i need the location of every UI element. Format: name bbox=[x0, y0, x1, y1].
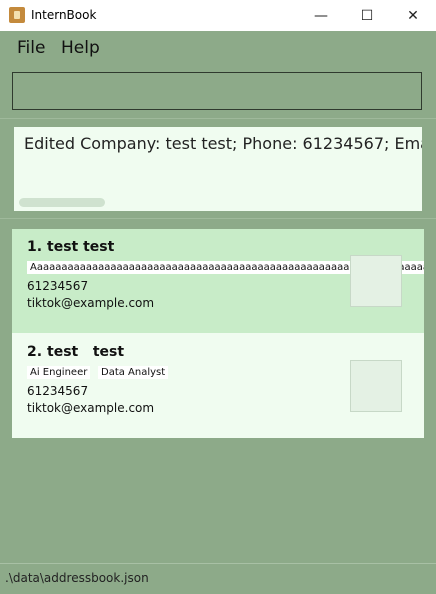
company-tag: Ai Engineer bbox=[27, 366, 91, 379]
window-title: InternBook bbox=[31, 8, 97, 22]
command-input[interactable] bbox=[12, 72, 422, 110]
company-name: test test bbox=[47, 239, 115, 255]
result-text: Edited Company: test test; Phone: 612345… bbox=[24, 134, 422, 153]
company-card[interactable]: 1. test test Aaaaaaaaaaaaaaaaaaaaaaaaaaa… bbox=[12, 229, 424, 333]
result-panel: Edited Company: test test; Phone: 612345… bbox=[0, 118, 436, 219]
result-display: Edited Company: test test; Phone: 612345… bbox=[14, 127, 422, 211]
title-bar: InternBook — ☐ ✕ bbox=[0, 0, 436, 31]
company-phone: 61234567 bbox=[27, 279, 89, 293]
save-location: .\data\addressbook.json bbox=[5, 571, 149, 585]
company-email: tiktok@example.com bbox=[27, 401, 155, 415]
company-index: 1. bbox=[27, 239, 43, 255]
app-book-icon bbox=[9, 7, 25, 23]
close-button[interactable]: ✕ bbox=[390, 0, 436, 31]
company-name: test test bbox=[47, 344, 125, 360]
company-index: 2. bbox=[27, 344, 43, 360]
maximize-button[interactable]: ☐ bbox=[344, 0, 390, 31]
menu-file[interactable]: File bbox=[17, 38, 45, 58]
menu-bar: File Help bbox=[0, 31, 436, 64]
company-email: tiktok@example.com bbox=[27, 296, 155, 310]
status-bar: .\data\addressbook.json bbox=[0, 563, 436, 594]
company-tag: Data Analyst bbox=[98, 366, 169, 379]
menu-help[interactable]: Help bbox=[61, 38, 100, 58]
company-phone: 61234567 bbox=[27, 384, 89, 398]
minimize-button[interactable]: — bbox=[298, 0, 344, 31]
company-list[interactable]: 1. test test Aaaaaaaaaaaaaaaaaaaaaaaaaaa… bbox=[12, 229, 424, 438]
company-image bbox=[350, 360, 402, 412]
horizontal-scrollbar[interactable] bbox=[19, 198, 105, 207]
company-image bbox=[350, 255, 402, 307]
company-card[interactable]: 2. test test Ai Engineer Data Analyst 61… bbox=[12, 334, 424, 438]
